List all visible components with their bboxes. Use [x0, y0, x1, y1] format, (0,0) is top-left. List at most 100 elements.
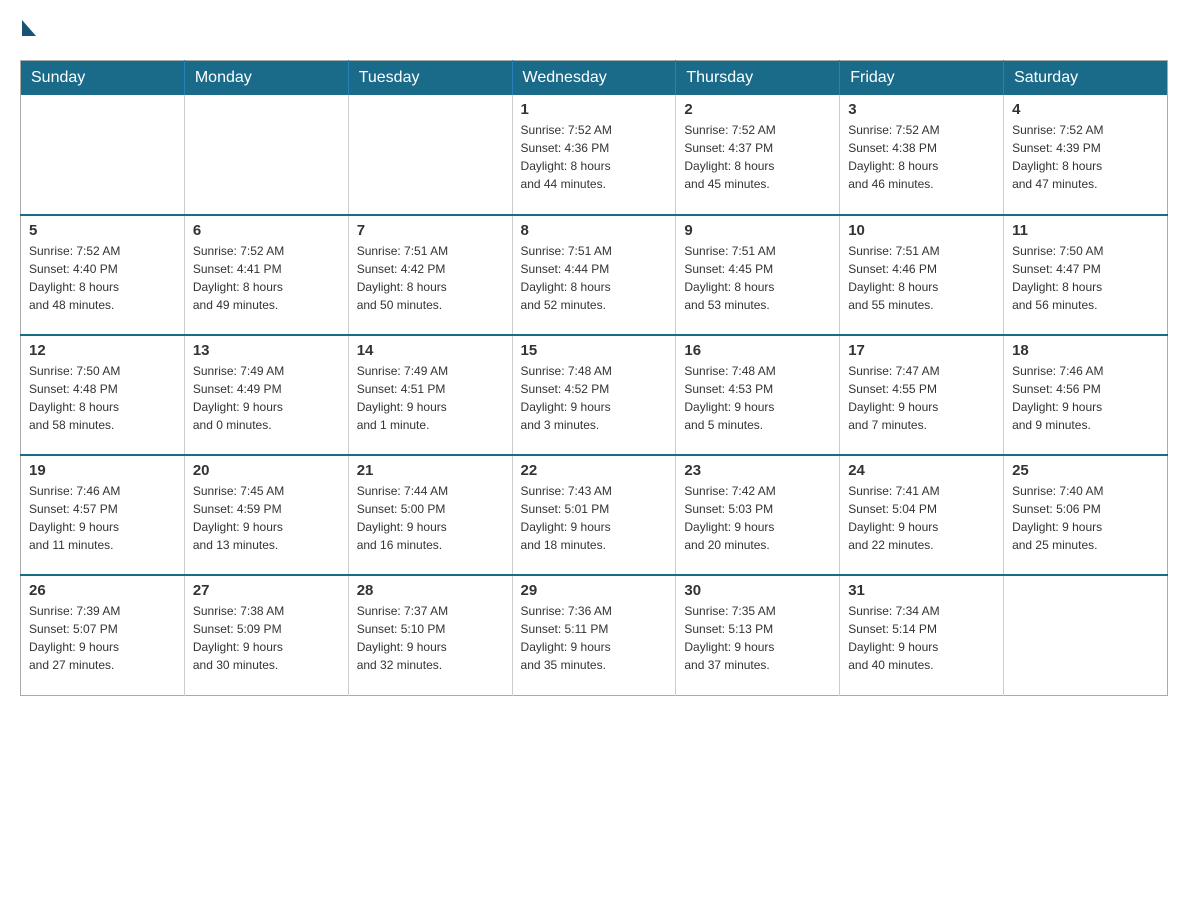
day-number: 23	[684, 462, 831, 479]
day-number: 1	[521, 101, 668, 118]
day-number: 24	[848, 462, 995, 479]
day-info: Sunrise: 7:47 AM Sunset: 4:55 PM Dayligh…	[848, 362, 995, 434]
day-info: Sunrise: 7:43 AM Sunset: 5:01 PM Dayligh…	[521, 482, 668, 554]
calendar-cell: 3 Sunrise: 7:52 AM Sunset: 4:38 PM Daylig…	[840, 95, 1004, 215]
calendar-cell: 4Sunrise: 7:52 AM Sunset: 4:39 PM Daylig…	[1004, 95, 1168, 215]
day-info: Sunrise: 7:52 AM Sunset: 4:40 PM Dayligh…	[29, 242, 176, 314]
calendar-cell: 30 Sunrise: 7:35 AM Sunset: 5:13 PM Dayli…	[676, 575, 840, 695]
day-info: Sunrise: 7:49 AM Sunset: 4:49 PM Dayligh…	[193, 362, 340, 434]
day-info: Sunrise: 7:48 AM Sunset: 4:52 PM Dayligh…	[521, 362, 668, 434]
day-number: 21	[357, 462, 504, 479]
day-number: 17	[848, 342, 995, 359]
calendar-cell: 22 Sunrise: 7:43 AM Sunset: 5:01 PM Dayli…	[512, 455, 676, 575]
logo	[20, 20, 36, 40]
day-info: Sunrise: 7:41 AM Sunset: 5:04 PM Dayligh…	[848, 482, 995, 554]
day-info: Sunrise: 7:39 AM Sunset: 5:07 PM Dayligh…	[29, 602, 176, 674]
calendar-week-row: 19 Sunrise: 7:46 AM Sunset: 4:57 PM Dayli…	[21, 455, 1168, 575]
calendar-cell: 10Sunrise: 7:51 AM Sunset: 4:46 PM Dayli…	[840, 215, 1004, 335]
day-number: 16	[684, 342, 831, 359]
day-number: 4	[1012, 101, 1159, 118]
day-info: Sunrise: 7:49 AM Sunset: 4:51 PM Dayligh…	[357, 362, 504, 434]
day-number: 5	[29, 222, 176, 239]
calendar-cell: 29Sunrise: 7:36 AM Sunset: 5:11 PM Dayli…	[512, 575, 676, 695]
day-info: Sunrise: 7:45 AM Sunset: 4:59 PM Dayligh…	[193, 482, 340, 554]
day-info: Sunrise: 7:44 AM Sunset: 5:00 PM Dayligh…	[357, 482, 504, 554]
weekday-header-saturday: Saturday	[1004, 61, 1168, 96]
day-info: Sunrise: 7:50 AM Sunset: 4:48 PM Dayligh…	[29, 362, 176, 434]
calendar-cell: 1 Sunrise: 7:52 AM Sunset: 4:36 PM Daylig…	[512, 95, 676, 215]
day-info: Sunrise: 7:52 AM Sunset: 4:37 PM Dayligh…	[684, 121, 831, 193]
day-number: 27	[193, 582, 340, 599]
calendar-cell: 20 Sunrise: 7:45 AM Sunset: 4:59 PM Dayli…	[184, 455, 348, 575]
calendar-cell: 5 Sunrise: 7:52 AM Sunset: 4:40 PM Daylig…	[21, 215, 185, 335]
day-number: 3	[848, 101, 995, 118]
day-info: Sunrise: 7:46 AM Sunset: 4:57 PM Dayligh…	[29, 482, 176, 554]
day-number: 22	[521, 462, 668, 479]
calendar-cell: 8Sunrise: 7:51 AM Sunset: 4:44 PM Daylig…	[512, 215, 676, 335]
calendar-cell: 18Sunrise: 7:46 AM Sunset: 4:56 PM Dayli…	[1004, 335, 1168, 455]
day-number: 15	[521, 342, 668, 359]
day-number: 28	[357, 582, 504, 599]
calendar-cell	[1004, 575, 1168, 695]
calendar-table: SundayMondayTuesdayWednesdayThursdayFrid…	[20, 60, 1168, 696]
calendar-cell: 13 Sunrise: 7:49 AM Sunset: 4:49 PM Dayli…	[184, 335, 348, 455]
weekday-header-monday: Monday	[184, 61, 348, 96]
calendar-cell: 6Sunrise: 7:52 AM Sunset: 4:41 PM Daylig…	[184, 215, 348, 335]
day-number: 8	[521, 222, 668, 239]
day-number: 31	[848, 582, 995, 599]
weekday-header-tuesday: Tuesday	[348, 61, 512, 96]
calendar-cell: 26 Sunrise: 7:39 AM Sunset: 5:07 PM Dayli…	[21, 575, 185, 695]
calendar-cell: 19 Sunrise: 7:46 AM Sunset: 4:57 PM Dayli…	[21, 455, 185, 575]
weekday-header-row: SundayMondayTuesdayWednesdayThursdayFrid…	[21, 61, 1168, 96]
weekday-header-friday: Friday	[840, 61, 1004, 96]
calendar-week-row: 26 Sunrise: 7:39 AM Sunset: 5:07 PM Dayli…	[21, 575, 1168, 695]
calendar-cell: 15 Sunrise: 7:48 AM Sunset: 4:52 PM Dayli…	[512, 335, 676, 455]
day-info: Sunrise: 7:42 AM Sunset: 5:03 PM Dayligh…	[684, 482, 831, 554]
day-number: 13	[193, 342, 340, 359]
day-number: 12	[29, 342, 176, 359]
day-info: Sunrise: 7:51 AM Sunset: 4:42 PM Dayligh…	[357, 242, 504, 314]
calendar-cell	[348, 95, 512, 215]
calendar-cell: 2 Sunrise: 7:52 AM Sunset: 4:37 PM Daylig…	[676, 95, 840, 215]
day-number: 19	[29, 462, 176, 479]
calendar-week-row: 1 Sunrise: 7:52 AM Sunset: 4:36 PM Daylig…	[21, 95, 1168, 215]
calendar-cell: 11Sunrise: 7:50 AM Sunset: 4:47 PM Dayli…	[1004, 215, 1168, 335]
weekday-header-wednesday: Wednesday	[512, 61, 676, 96]
day-number: 26	[29, 582, 176, 599]
day-info: Sunrise: 7:52 AM Sunset: 4:38 PM Dayligh…	[848, 121, 995, 193]
day-info: Sunrise: 7:40 AM Sunset: 5:06 PM Dayligh…	[1012, 482, 1159, 554]
weekday-header-thursday: Thursday	[676, 61, 840, 96]
day-number: 10	[848, 222, 995, 239]
day-info: Sunrise: 7:51 AM Sunset: 4:45 PM Dayligh…	[684, 242, 831, 314]
calendar-cell: 24 Sunrise: 7:41 AM Sunset: 5:04 PM Dayli…	[840, 455, 1004, 575]
calendar-cell: 21 Sunrise: 7:44 AM Sunset: 5:00 PM Dayli…	[348, 455, 512, 575]
day-info: Sunrise: 7:38 AM Sunset: 5:09 PM Dayligh…	[193, 602, 340, 674]
day-info: Sunrise: 7:35 AM Sunset: 5:13 PM Dayligh…	[684, 602, 831, 674]
calendar-cell: 25 Sunrise: 7:40 AM Sunset: 5:06 PM Dayli…	[1004, 455, 1168, 575]
day-info: Sunrise: 7:52 AM Sunset: 4:36 PM Dayligh…	[521, 121, 668, 193]
day-number: 30	[684, 582, 831, 599]
page-header	[20, 20, 1168, 40]
day-info: Sunrise: 7:37 AM Sunset: 5:10 PM Dayligh…	[357, 602, 504, 674]
calendar-cell	[184, 95, 348, 215]
day-number: 14	[357, 342, 504, 359]
calendar-cell	[21, 95, 185, 215]
calendar-cell: 9 Sunrise: 7:51 AM Sunset: 4:45 PM Daylig…	[676, 215, 840, 335]
day-number: 9	[684, 222, 831, 239]
logo-chevron-icon	[22, 20, 36, 36]
calendar-cell: 14 Sunrise: 7:49 AM Sunset: 4:51 PM Dayli…	[348, 335, 512, 455]
day-number: 2	[684, 101, 831, 118]
calendar-cell: 16 Sunrise: 7:48 AM Sunset: 4:53 PM Dayli…	[676, 335, 840, 455]
day-info: Sunrise: 7:48 AM Sunset: 4:53 PM Dayligh…	[684, 362, 831, 434]
calendar-cell: 23 Sunrise: 7:42 AM Sunset: 5:03 PM Dayli…	[676, 455, 840, 575]
day-number: 7	[357, 222, 504, 239]
calendar-cell: 7 Sunrise: 7:51 AM Sunset: 4:42 PM Daylig…	[348, 215, 512, 335]
day-number: 20	[193, 462, 340, 479]
day-number: 11	[1012, 222, 1159, 239]
calendar-week-row: 12 Sunrise: 7:50 AM Sunset: 4:48 PM Dayli…	[21, 335, 1168, 455]
weekday-header-sunday: Sunday	[21, 61, 185, 96]
day-number: 25	[1012, 462, 1159, 479]
calendar-cell: 31 Sunrise: 7:34 AM Sunset: 5:14 PM Dayli…	[840, 575, 1004, 695]
calendar-cell: 27 Sunrise: 7:38 AM Sunset: 5:09 PM Dayli…	[184, 575, 348, 695]
day-info: Sunrise: 7:34 AM Sunset: 5:14 PM Dayligh…	[848, 602, 995, 674]
